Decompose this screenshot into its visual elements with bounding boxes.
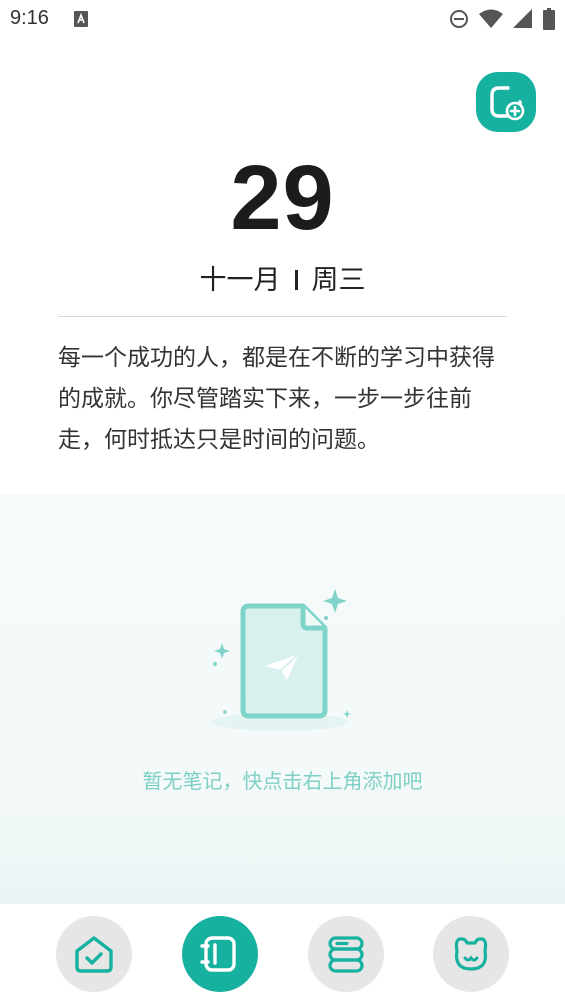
add-note-icon (490, 86, 525, 121)
bottom-nav (0, 904, 565, 1004)
status-time: 9:16 (10, 7, 49, 29)
daily-quote: 每一个成功的人，都是在不断的学习中获得的成就。你尽管踏实下来，一步一步往前走，何… (58, 345, 495, 453)
nav-profile-button[interactable] (433, 916, 509, 992)
layers-icon (328, 936, 364, 973)
notification-a-icon (74, 11, 88, 27)
empty-notes-illustration (212, 589, 351, 731)
date-separator (294, 270, 298, 290)
status-icons (449, 8, 555, 30)
battery-icon (543, 8, 555, 30)
nav-layers-button[interactable] (308, 916, 384, 992)
wifi-icon (479, 9, 503, 28)
add-note-button[interactable] (476, 72, 536, 132)
signal-icon (513, 9, 532, 28)
nav-notes-button[interactable] (182, 916, 258, 992)
status-bar: 9:16 (0, 0, 565, 40)
date-subtitle: 十一月 周三 (0, 258, 565, 297)
bear-face-icon (454, 937, 488, 971)
date-day: 29 (230, 147, 335, 249)
notebook-icon (200, 936, 236, 972)
dnd-icon (450, 10, 468, 28)
nav-home-button[interactable] (56, 916, 132, 992)
date-weekday: 周三 (311, 265, 366, 296)
date-month: 十一月 (199, 265, 281, 296)
empty-notes-message: 暂无笔记，快点击右上角添加吧 (142, 769, 423, 793)
home-check-icon (75, 936, 113, 973)
header-divider (58, 316, 507, 317)
